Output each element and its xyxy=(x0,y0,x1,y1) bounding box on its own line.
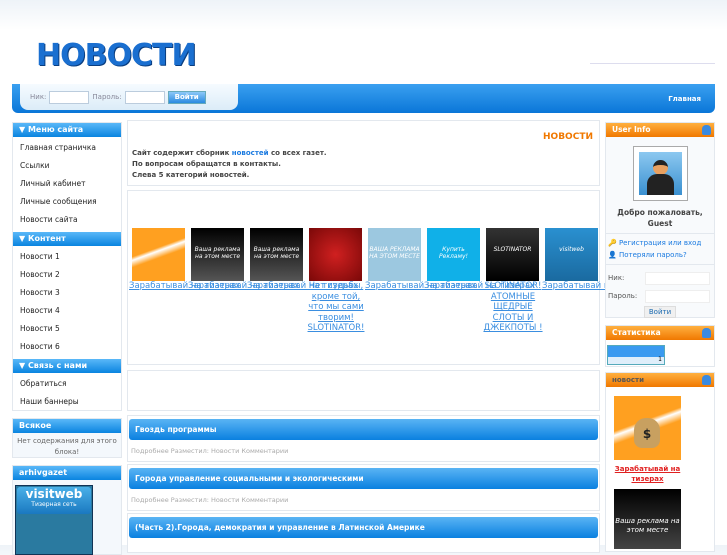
teaser-link[interactable]: Зарабатывай на тизерах xyxy=(129,281,240,292)
archive-title: arhivgazet xyxy=(13,466,121,480)
news-meta[interactable]: Подробнее Разместил: Новости Комментарии xyxy=(131,447,288,455)
banner-subtitle: Тизерная сеть xyxy=(31,501,77,508)
nick-label: Ник: xyxy=(30,93,47,101)
teaser-item: Зарабатывай на тизерах xyxy=(129,228,240,292)
login-button[interactable]: Войти xyxy=(167,90,206,104)
banner-title: visitweb xyxy=(25,487,83,501)
news-title[interactable]: Города управление социальными и экологич… xyxy=(129,468,598,489)
content-item[interactable]: Новости 2 xyxy=(13,266,121,284)
teaser-link[interactable]: Зарабатывай на тизерах xyxy=(365,281,476,292)
contact-title: ▼ Связь с нами xyxy=(13,359,121,373)
teaser-image[interactable]: Ваша реклама на этом месте xyxy=(250,228,303,281)
misc-title: Всякое xyxy=(13,419,121,433)
page-title: НОВОСТИ xyxy=(543,132,593,142)
archive-block: arhivgazet visitweb Тизерная сеть xyxy=(12,465,122,555)
contact-item[interactable]: Обратиться xyxy=(13,375,121,393)
intro-line1: Сайт содержит сборник xyxy=(132,149,232,157)
intro-line3: Слева 5 категорий новостей. xyxy=(132,171,250,179)
teaser-image[interactable] xyxy=(132,228,185,281)
menu-item[interactable]: Новости сайта xyxy=(13,211,121,229)
password-input[interactable] xyxy=(124,90,165,104)
news-link[interactable]: новостей xyxy=(232,149,269,157)
intro-block: НОВОСТИ Сайт содержит сборник новостей с… xyxy=(127,120,600,186)
teaser-item: Ваша реклама на этом месте Зарабатывай на… xyxy=(188,228,299,292)
teaser-item: Купить Рекламу! Зарабатывай на тизерах xyxy=(424,228,535,292)
teaser-item: visitweb Зарабатывай на тизерах xyxy=(542,228,653,292)
counter-value: 1 xyxy=(658,356,662,363)
nick-input[interactable] xyxy=(49,90,90,104)
ad-link[interactable]: Зарабатывай на тизерах xyxy=(614,464,681,484)
register-link[interactable]: Регистрация или вход xyxy=(619,239,701,247)
menu-item[interactable]: Личные сообщения xyxy=(13,193,121,211)
header-login-form: Ник: Пароль: Войти xyxy=(20,84,238,110)
menu-item[interactable]: Личный кабинет xyxy=(13,175,121,193)
user-lock-icon: 👤 xyxy=(608,251,617,259)
contact-item[interactable]: Наши баннеры xyxy=(13,393,121,411)
empty-block xyxy=(127,370,600,411)
avatar xyxy=(632,146,688,201)
teaser-link[interactable]: Зарабатывай на тизерах xyxy=(424,281,535,292)
teaser-link[interactable]: SLOTINATOR! АТОМНЫЕ ЩЕДРЫЕ СЛОТЫ И ДЖЕКП… xyxy=(483,281,543,334)
teaser-link[interactable]: Зарабатывай на тизерах xyxy=(188,281,299,292)
nick-label: Ник: xyxy=(608,274,625,282)
dollar-icon: $ xyxy=(634,418,660,448)
teaser-link[interactable]: Нет судьбы, кроме той, что мы сами твори… xyxy=(306,281,366,334)
teaser-item: Нет судьбы, кроме той, что мы сами твори… xyxy=(306,228,366,334)
divider xyxy=(590,63,715,64)
news-meta[interactable]: Подробнее Разместил: Новости Комментарии xyxy=(131,496,288,504)
content-item[interactable]: Новости 1 xyxy=(13,248,121,266)
keys-icon: 🔑 xyxy=(608,239,617,247)
stats-block: Статистика 1 xyxy=(605,325,715,367)
password-label: Пароль: xyxy=(92,93,122,101)
news-ad-block: новости $ Зарабатывай на тизерах Ваша ре… xyxy=(605,372,715,552)
teaser-image[interactable]: Ваша реклама на этом месте xyxy=(191,228,244,281)
menu-item[interactable]: Ссылки xyxy=(13,157,121,175)
teaser-image[interactable] xyxy=(309,228,362,281)
news-title[interactable]: Гвоздь программы xyxy=(129,419,598,440)
teaser-link[interactable]: Зарабатывай на тизерах xyxy=(542,281,653,292)
content-title: ▼ Контент xyxy=(13,232,121,246)
news-title[interactable]: (Часть 2).Города, демократия и управлени… xyxy=(129,517,598,538)
intro-line2: По вопросам обращатся в контакты. xyxy=(132,160,281,168)
content-item[interactable]: Новости 3 xyxy=(13,284,121,302)
nav-home-link[interactable]: Главная xyxy=(668,95,701,103)
teaser-item: ВАША РЕКЛАМА НА ЭТОМ МЕСТЕ Зарабатывай на… xyxy=(365,228,476,292)
teaser-item: SLOTINATOR SLOTINATOR! АТОМНЫЕ ЩЕДРЫЕ СЛО… xyxy=(483,228,543,334)
user-icon xyxy=(702,375,711,385)
menu-title: ▼ Меню сайта xyxy=(13,123,121,137)
stats-title: Статистика xyxy=(606,326,714,340)
sidebar-login-button[interactable]: Войти xyxy=(643,306,677,318)
teaser-image[interactable]: ВАША РЕКЛАМА НА ЭТОМ МЕСТЕ xyxy=(368,228,421,281)
sidebar-password-input[interactable] xyxy=(645,289,710,303)
sidebar-nick-input[interactable] xyxy=(645,271,710,285)
teaser-image[interactable]: visitweb xyxy=(545,228,598,281)
user-icon xyxy=(702,328,711,338)
teaser-item: Ваша реклама на этом месте Зарабатывай на… xyxy=(247,228,358,292)
misc-text: Нет содержания для этого блока! xyxy=(17,437,117,456)
menu-item[interactable]: Главная страничка xyxy=(13,139,121,157)
intro-text: Сайт содержит сборник новостей со всех г… xyxy=(132,148,327,181)
content-item[interactable]: Новости 4 xyxy=(13,302,121,320)
visitor-counter[interactable]: 1 xyxy=(607,345,665,365)
content-item[interactable]: Новости 5 xyxy=(13,320,121,338)
teaser-image[interactable]: Купить Рекламу! xyxy=(427,228,480,281)
ad-banner-2[interactable]: Ваша реклама на этом месте xyxy=(614,489,681,549)
password-label: Пароль: xyxy=(608,292,638,300)
welcome-text: Добро пожаловать, xyxy=(617,208,703,217)
misc-block: Всякое Нет содержания для этого блока! xyxy=(12,418,122,458)
money-bag-ad-image[interactable]: $ xyxy=(614,396,681,460)
user-info-block: User Info Добро пожаловать, Guest 🔑 Реги… xyxy=(605,122,715,318)
intro-line1-end: со всех газет. xyxy=(268,149,327,157)
content-item[interactable]: Новости 6 xyxy=(13,338,121,356)
news-ad-title: новости xyxy=(606,373,714,387)
left-menu-block: ▼ Меню сайта Главная страничка Ссылки Ли… xyxy=(12,122,122,411)
teaser-link[interactable]: Зарабатывай на тизерах xyxy=(247,281,358,292)
user-icon xyxy=(702,125,711,135)
site-logo[interactable]: НОВОСТИ xyxy=(36,38,197,73)
lost-password-link[interactable]: Потеряли пароль? xyxy=(619,251,687,259)
user-info-title: User Info xyxy=(606,123,714,137)
teaser-image[interactable]: SLOTINATOR xyxy=(486,228,539,281)
username: Guest xyxy=(647,219,673,228)
